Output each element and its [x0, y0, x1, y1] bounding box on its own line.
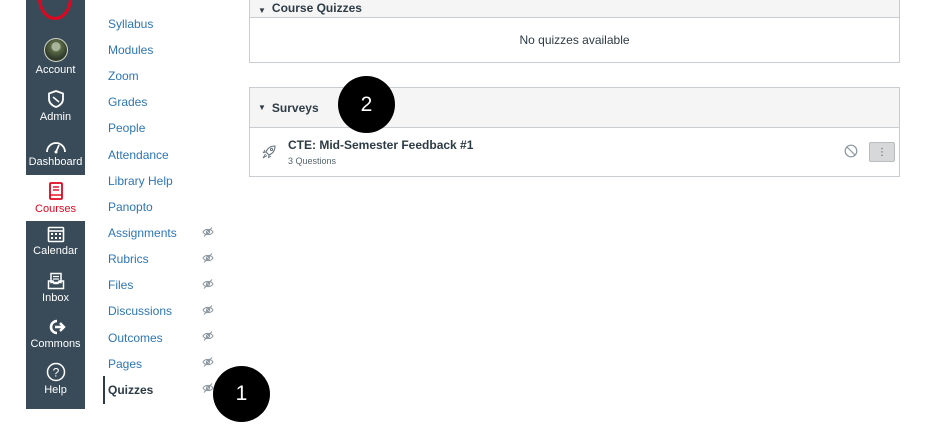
inbox-icon — [47, 272, 64, 290]
help-icon: ? — [46, 362, 65, 382]
svg-text:?: ? — [52, 366, 59, 380]
global-nav-label: Courses — [35, 203, 76, 215]
global-nav-label: Help — [44, 384, 67, 396]
course-nav-assignments[interactable]: Assignments — [108, 226, 177, 240]
global-nav-label: Dashboard — [28, 156, 83, 168]
global-nav-courses[interactable]: Courses — [26, 175, 85, 221]
global-nav-label: Calendar — [33, 245, 78, 257]
settings-menu-button[interactable]: ⋮ — [869, 142, 895, 162]
active-indicator — [103, 376, 105, 404]
global-nav-commons[interactable]: Commons — [26, 318, 85, 364]
surveys-title: Surveys — [271, 100, 319, 115]
book-icon — [48, 182, 63, 200]
course-nav-files[interactable]: Files — [108, 278, 133, 292]
eye-slash-icon — [202, 305, 214, 315]
course-nav-pages[interactable]: Pages — [108, 357, 142, 371]
step-callout-1: 1 — [213, 366, 270, 422]
unpublished-icon[interactable] — [844, 144, 858, 158]
global-nav-calendar[interactable]: Calendar — [26, 225, 85, 271]
caret-down-icon: ▼ — [258, 6, 266, 15]
step-callout-2: 2 — [338, 76, 395, 133]
global-nav-label: Account — [35, 64, 76, 76]
course-nav: Syllabus Modules Zoom Grades People Atte… — [103, 0, 223, 409]
course-quizzes-panel: ▼ Course Quizzes No quizzes available — [249, 0, 900, 63]
course-nav-quizzes[interactable]: Quizzes — [108, 383, 153, 397]
global-nav-label: Admin — [39, 111, 72, 123]
course-nav-zoom[interactable]: Zoom — [108, 69, 139, 83]
kebab-icon: ⋮ — [877, 146, 887, 158]
eye-slash-icon — [202, 357, 214, 367]
calendar-icon — [47, 226, 64, 243]
eye-slash-icon — [202, 279, 214, 289]
global-nav-label: Inbox — [42, 292, 69, 304]
rocket-icon — [262, 145, 276, 159]
shield-icon — [47, 90, 64, 108]
commons-icon — [49, 319, 66, 335]
global-nav-help[interactable]: ? Help — [26, 362, 85, 408]
eye-slash-icon — [202, 253, 214, 263]
course-nav-library-help[interactable]: Library Help — [108, 174, 173, 188]
course-nav-syllabus[interactable]: Syllabus — [108, 17, 153, 31]
dashboard-icon — [45, 142, 66, 154]
survey-row[interactable]: CTE: Mid-Semester Feedback #1 3 Question… — [250, 128, 899, 175]
global-nav-admin[interactable]: Admin — [26, 89, 85, 135]
course-nav-discussions[interactable]: Discussions — [108, 304, 172, 318]
empty-message: No quizzes available — [519, 33, 630, 47]
survey-title-link[interactable]: CTE: Mid-Semester Feedback #1 — [288, 138, 473, 152]
course-quizzes-title: Course Quizzes — [271, 1, 362, 15]
survey-question-count: 3 Questions — [288, 156, 337, 166]
eye-slash-icon — [202, 227, 214, 237]
avatar — [43, 38, 68, 62]
global-nav-inbox[interactable]: Inbox — [26, 272, 85, 318]
course-nav-panopto[interactable]: Panopto — [108, 200, 153, 214]
logo-icon[interactable] — [38, 0, 72, 20]
global-nav-account[interactable]: Account — [26, 38, 85, 84]
course-nav-attendance[interactable]: Attendance — [108, 148, 169, 162]
course-nav-rubrics[interactable]: Rubrics — [108, 252, 149, 266]
caret-down-icon: ▼ — [258, 103, 266, 112]
course-nav-outcomes[interactable]: Outcomes — [108, 331, 163, 345]
course-nav-modules[interactable]: Modules — [108, 43, 153, 57]
global-nav: Account Admin Dashboard Courses Calendar… — [26, 0, 85, 409]
course-nav-grades[interactable]: Grades — [108, 95, 147, 109]
course-nav-people[interactable]: People — [108, 121, 145, 135]
eye-slash-icon — [202, 331, 214, 341]
course-quizzes-header[interactable]: ▼ Course Quizzes — [250, 0, 899, 18]
global-nav-label: Commons — [30, 338, 81, 350]
